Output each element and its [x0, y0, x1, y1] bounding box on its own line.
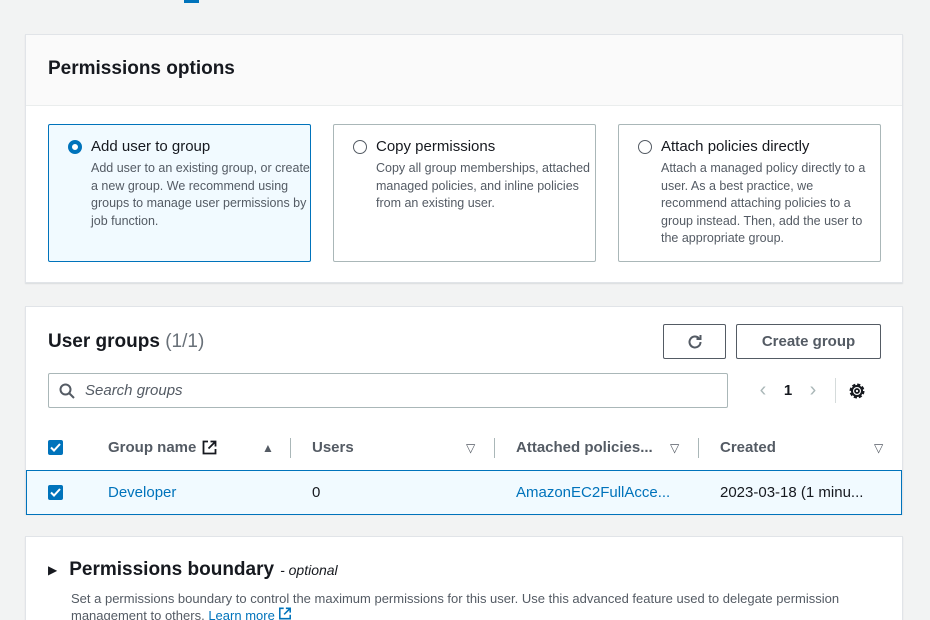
top-link-underline: [184, 0, 199, 3]
option-description: Attach a managed policy directly to a us…: [661, 161, 866, 245]
sort-icon[interactable]: ▽: [466, 425, 475, 470]
user-groups-heading: User groups (1/1): [48, 331, 204, 353]
permissions-options-header: Permissions options: [26, 35, 902, 106]
external-link-icon: [279, 607, 292, 620]
column-header-users[interactable]: Users: [312, 425, 354, 470]
search-icon: [59, 383, 75, 399]
created-date: 2023-03-18 (1 minu...: [720, 484, 864, 501]
column-header-group-name[interactable]: Group name: [108, 425, 217, 470]
option-title: Copy permissions: [376, 138, 496, 155]
permissions-options-panel: Permissions options Add user to group Ad…: [25, 34, 903, 283]
search-input[interactable]: [85, 382, 685, 399]
column-header-attached-policies[interactable]: Attached policies...: [516, 425, 653, 470]
caret-right-icon: ▶: [48, 563, 58, 577]
option-title: Attach policies directly: [661, 138, 810, 155]
user-groups-title: User groups: [48, 331, 160, 352]
next-page-button[interactable]: ›: [801, 379, 825, 402]
permissions-option-tiles: Add user to group Add user to an existin…: [48, 124, 881, 262]
refresh-icon: [688, 334, 701, 348]
radio-attach-policies[interactable]: [638, 140, 652, 154]
radio-add-user-to-group[interactable]: [68, 140, 82, 154]
learn-more-link[interactable]: Learn more: [208, 607, 292, 620]
checkbox-checked-icon: [48, 485, 63, 500]
pager-divider: [835, 378, 836, 403]
option-title: Add user to group: [91, 138, 211, 155]
group-name-link[interactable]: Developer: [108, 471, 176, 514]
pagination: ‹ 1 ›: [751, 373, 868, 408]
sort-icon[interactable]: ▽: [874, 425, 883, 470]
column-divider[interactable]: [290, 438, 291, 458]
external-link-icon: [202, 440, 217, 455]
users-count: 0: [312, 484, 321, 501]
learn-more-label: Learn more: [208, 608, 275, 620]
row-checkbox[interactable]: [48, 471, 63, 514]
radio-copy-permissions[interactable]: [353, 140, 367, 154]
prev-page-button[interactable]: ‹: [751, 379, 775, 402]
option-add-user-to-group[interactable]: Add user to group Add user to an existin…: [48, 124, 311, 262]
attached-policies-link[interactable]: AmazonEC2FullAcce...: [516, 471, 670, 514]
permissions-boundary-title: Permissions boundary: [69, 559, 275, 580]
option-attach-policies-directly[interactable]: Attach policies directly Attach a manage…: [618, 124, 881, 262]
column-header-created[interactable]: Created: [720, 425, 776, 470]
checkbox-checked-icon: [48, 440, 63, 455]
option-description: Copy all group memberships, attached man…: [376, 161, 591, 210]
sort-ascending-icon[interactable]: ▲: [262, 425, 274, 470]
column-label: Group name: [108, 439, 197, 456]
select-all-checkbox[interactable]: [48, 425, 63, 470]
optional-label: - optional: [280, 562, 338, 578]
permissions-boundary-panel: ▶ Permissions boundary - optional Set a …: [25, 536, 903, 620]
user-groups-panel: User groups (1/1) Create group ‹ 1 ›: [25, 306, 903, 515]
search-groups-field[interactable]: [48, 373, 728, 408]
table-row[interactable]: Developer 0 AmazonEC2FullAcce... 2023-03…: [26, 470, 902, 515]
permissions-options-title: Permissions options: [48, 58, 235, 79]
gear-icon[interactable]: [846, 380, 868, 402]
sort-icon[interactable]: ▽: [670, 425, 679, 470]
permissions-boundary-description: Set a permissions boundary to control th…: [71, 590, 891, 620]
permissions-boundary-toggle[interactable]: ▶ Permissions boundary - optional: [48, 559, 338, 581]
create-group-button[interactable]: Create group: [736, 324, 881, 359]
user-groups-count: (1/1): [165, 331, 205, 352]
column-divider[interactable]: [698, 438, 699, 458]
description-text: Set a permissions boundary to control th…: [71, 591, 840, 620]
page-number[interactable]: 1: [775, 382, 801, 399]
column-divider[interactable]: [494, 438, 495, 458]
refresh-button[interactable]: [663, 324, 726, 359]
option-description: Add user to an existing group, or create…: [91, 161, 310, 228]
option-copy-permissions[interactable]: Copy permissions Copy all group membersh…: [333, 124, 596, 262]
table-header: Group name ▲ Users ▽ Attached policies..…: [26, 425, 902, 471]
